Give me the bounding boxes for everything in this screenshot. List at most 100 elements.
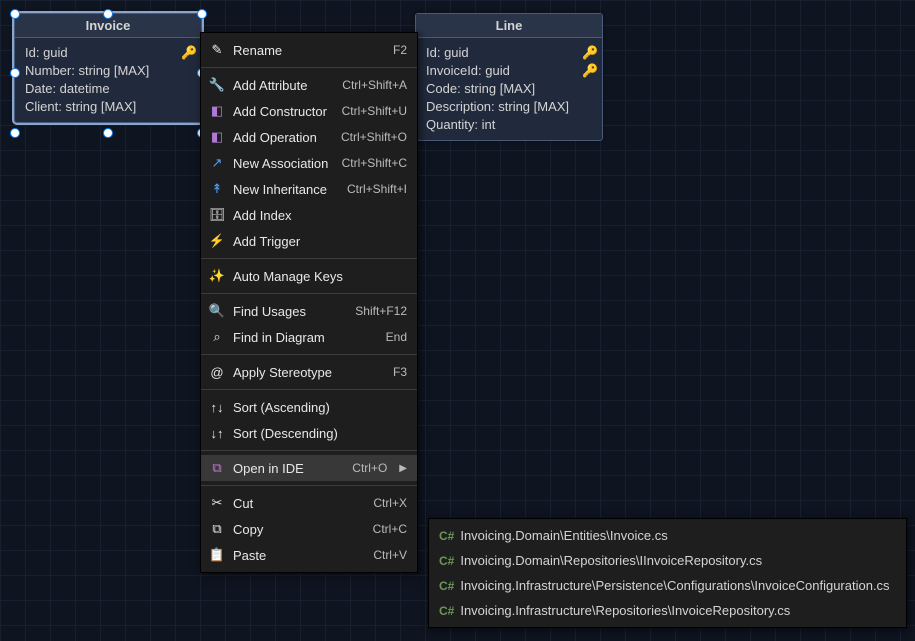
submenu-item-2[interactable]: C# Invoicing.Infrastructure\Persistence\… (429, 573, 906, 598)
menu-shortcut: F2 (393, 43, 407, 57)
attr-line-quantity[interactable]: Quantity: int (426, 116, 592, 134)
menu-shortcut: Ctrl+O (352, 461, 387, 475)
submenu-item-3[interactable]: C# Invoicing.Infrastructure\Repositories… (429, 598, 906, 623)
arrow-up-icon: ↟ (209, 181, 225, 197)
menu-label: Add Constructor (233, 104, 334, 119)
attr-invoice-client[interactable]: Client: string [MAX] (25, 98, 191, 116)
handle-s[interactable] (103, 128, 113, 138)
entity-invoice[interactable]: Invoice Id: guid 🔑 Number: string [MAX] … (14, 13, 202, 123)
menu-shortcut: Ctrl+Shift+A (342, 78, 407, 92)
attr-line-code[interactable]: Code: string [MAX] (426, 80, 592, 98)
menu-cut[interactable]: ✂ Cut Ctrl+X (201, 490, 417, 516)
sort-asc-icon: ↑↓ (209, 399, 225, 415)
menu-new-association[interactable]: ↗ New Association Ctrl+Shift+C (201, 150, 417, 176)
attr-line-id[interactable]: Id: guid (426, 44, 592, 62)
menu-add-trigger[interactable]: ⚡ Add Trigger (201, 228, 417, 254)
index-icon: 🗄 (209, 207, 225, 223)
entity-line-body: Id: guid 🔑 InvoiceId: guid 🔑 Code: strin… (416, 38, 602, 140)
menu-label: Add Attribute (233, 78, 334, 93)
submenu-label: Invoicing.Domain\Repositories\IInvoiceRe… (460, 553, 762, 568)
menu-separator (201, 354, 417, 355)
menu-separator (201, 450, 417, 451)
csharp-icon: C# (439, 604, 454, 618)
handle-nw[interactable] (10, 9, 20, 19)
paste-icon: 📋 (209, 547, 225, 563)
menu-separator (201, 67, 417, 68)
menu-shortcut: End (386, 330, 407, 344)
menu-apply-stereotype[interactable]: @ Apply Stereotype F3 (201, 359, 417, 385)
menu-label: Open in IDE (233, 461, 344, 476)
stereotype-icon: @ (209, 364, 225, 380)
menu-copy[interactable]: ⧉ Copy Ctrl+C (201, 516, 417, 542)
submenu-label: Invoicing.Infrastructure\Persistence\Con… (460, 578, 889, 593)
open-in-ide-submenu: C# Invoicing.Domain\Entities\Invoice.cs … (428, 518, 907, 628)
pk-icon: 🔑 (181, 44, 195, 62)
diagram-canvas[interactable]: { "entities": { "invoice": { "title": "I… (0, 0, 915, 641)
entity-line-title: Line (416, 14, 602, 38)
menu-label: Find Usages (233, 304, 347, 319)
menu-separator (201, 293, 417, 294)
attr-line-invoiceid[interactable]: InvoiceId: guid (426, 62, 592, 80)
csharp-icon: C# (439, 579, 454, 593)
menu-new-inheritance[interactable]: ↟ New Inheritance Ctrl+Shift+I (201, 176, 417, 202)
submenu-label: Invoicing.Infrastructure\Repositories\In… (460, 603, 790, 618)
cube-icon: ◧ (209, 129, 225, 145)
handle-n[interactable] (103, 9, 113, 19)
menu-shortcut: F3 (393, 365, 407, 379)
cube-icon: ◧ (209, 103, 225, 119)
ide-icon: ⧉ (209, 460, 225, 476)
menu-label: Copy (233, 522, 365, 537)
search-icon: 🔍 (209, 303, 225, 319)
submenu-arrow-icon: ▶ (399, 463, 407, 474)
attr-invoice-number[interactable]: Number: string [MAX] (25, 62, 191, 80)
menu-find-in-diagram[interactable]: ⌕ Find in Diagram End (201, 324, 417, 350)
menu-label: Paste (233, 548, 365, 563)
menu-shortcut: Ctrl+C (373, 522, 407, 536)
pencil-icon: ✎ (209, 42, 225, 58)
attr-line-description[interactable]: Description: string [MAX] (426, 98, 592, 116)
fk-icon: 🔑 (582, 62, 596, 80)
menu-add-index[interactable]: 🗄 Add Index (201, 202, 417, 228)
menu-label: Cut (233, 496, 365, 511)
copy-icon: ⧉ (209, 521, 225, 537)
menu-paste[interactable]: 📋 Paste Ctrl+V (201, 542, 417, 568)
menu-label: Add Trigger (233, 234, 399, 249)
menu-shortcut: Ctrl+X (373, 496, 407, 510)
menu-label: Sort (Ascending) (233, 400, 399, 415)
menu-label: Add Index (233, 208, 399, 223)
menu-add-constructor[interactable]: ◧ Add Constructor Ctrl+Shift+U (201, 98, 417, 124)
menu-label: New Inheritance (233, 182, 339, 197)
submenu-item-0[interactable]: C# Invoicing.Domain\Entities\Invoice.cs (429, 523, 906, 548)
menu-sort-asc[interactable]: ↑↓ Sort (Ascending) (201, 394, 417, 420)
handle-ne[interactable] (197, 9, 207, 19)
menu-open-in-ide[interactable]: ⧉ Open in IDE Ctrl+O ▶ (201, 455, 417, 481)
handle-w[interactable] (10, 68, 20, 78)
menu-label: Sort (Descending) (233, 426, 399, 441)
attr-invoice-id[interactable]: Id: guid (25, 44, 191, 62)
handle-sw[interactable] (10, 128, 20, 138)
menu-rename[interactable]: ✎ Rename F2 (201, 37, 417, 63)
menu-find-usages[interactable]: 🔍 Find Usages Shift+F12 (201, 298, 417, 324)
submenu-item-1[interactable]: C# Invoicing.Domain\Repositories\IInvoic… (429, 548, 906, 573)
arrow-icon: ↗ (209, 155, 225, 171)
wrench-icon: 🔧 (209, 77, 225, 93)
menu-shortcut: Ctrl+V (373, 548, 407, 562)
attr-invoice-date[interactable]: Date: datetime (25, 80, 191, 98)
menu-label: Apply Stereotype (233, 365, 385, 380)
menu-label: Rename (233, 43, 385, 58)
menu-add-attribute[interactable]: 🔧 Add Attribute Ctrl+Shift+A (201, 72, 417, 98)
context-menu: ✎ Rename F2 🔧 Add Attribute Ctrl+Shift+A… (200, 32, 418, 573)
diagram-search-icon: ⌕ (209, 329, 225, 345)
menu-sort-desc[interactable]: ↓↑ Sort (Descending) (201, 420, 417, 446)
menu-shortcut: Ctrl+Shift+U (342, 104, 407, 118)
menu-add-operation[interactable]: ◧ Add Operation Ctrl+Shift+O (201, 124, 417, 150)
menu-separator (201, 258, 417, 259)
menu-shortcut: Ctrl+Shift+O (341, 130, 407, 144)
entity-line[interactable]: Line Id: guid 🔑 InvoiceId: guid 🔑 Code: … (415, 13, 603, 141)
sort-desc-icon: ↓↑ (209, 425, 225, 441)
menu-separator (201, 485, 417, 486)
menu-auto-manage-keys[interactable]: ✨ Auto Manage Keys (201, 263, 417, 289)
menu-label: Add Operation (233, 130, 333, 145)
menu-shortcut: Shift+F12 (355, 304, 407, 318)
cut-icon: ✂ (209, 495, 225, 511)
